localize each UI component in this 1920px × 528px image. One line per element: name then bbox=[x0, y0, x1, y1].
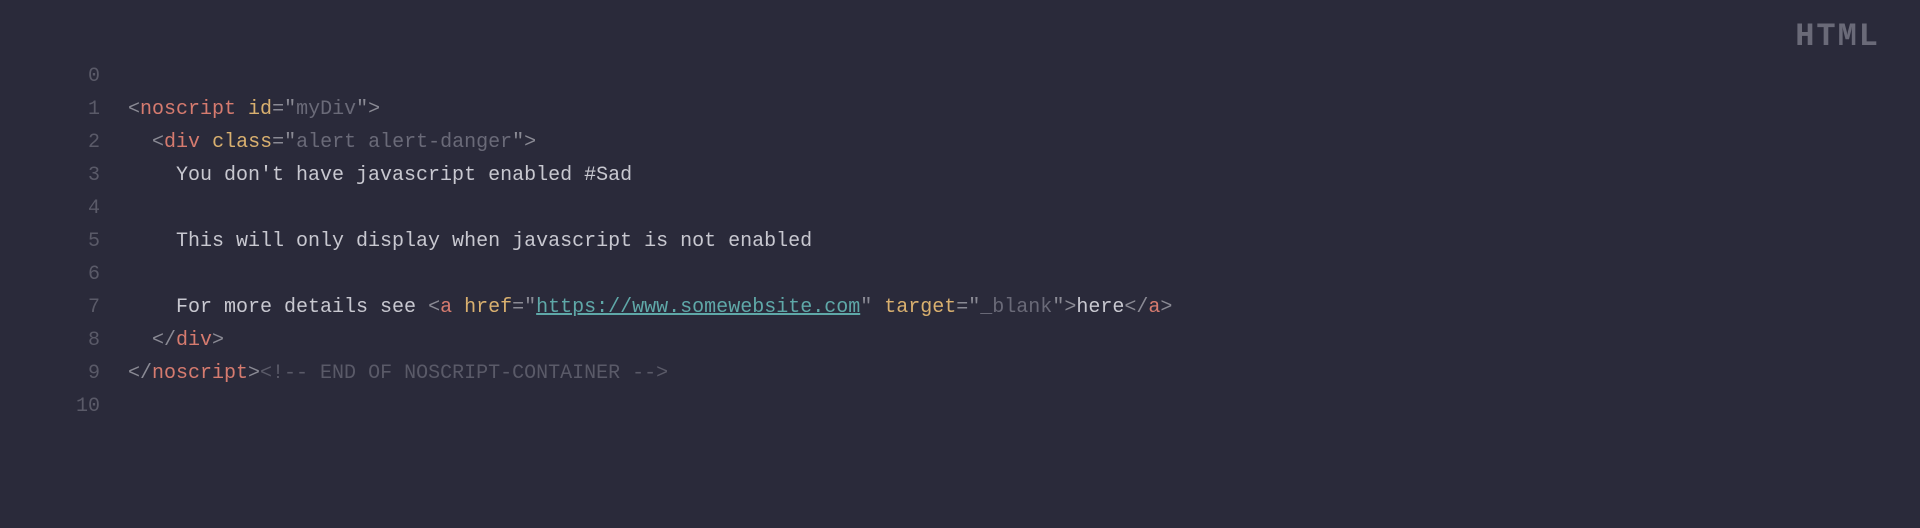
language-badge: HTML bbox=[1795, 18, 1880, 55]
code-line: 9 </noscript><!-- END OF NOSCRIPT-CONTAI… bbox=[60, 357, 1900, 390]
space bbox=[872, 296, 884, 319]
line-content: <noscript id="myDiv"> bbox=[128, 93, 380, 126]
attr-name: target bbox=[884, 296, 956, 319]
quote: " bbox=[512, 131, 524, 154]
quote: " bbox=[356, 98, 368, 121]
angle-open: </ bbox=[1124, 296, 1148, 319]
attr-value: _blank bbox=[980, 296, 1052, 319]
code-line: 10 bbox=[60, 390, 1900, 423]
attr-name: class bbox=[212, 131, 272, 154]
tag-name: a bbox=[440, 296, 452, 319]
text-content: This will only display when javascript i… bbox=[176, 230, 812, 253]
line-number: 0 bbox=[60, 60, 100, 93]
line-content: </noscript><!-- END OF NOSCRIPT-CONTAINE… bbox=[128, 357, 668, 390]
code-line: 0 bbox=[60, 60, 1900, 93]
angle-close: > bbox=[524, 131, 536, 154]
code-line: 7 For more details see <a href="https://… bbox=[60, 291, 1900, 324]
quote: " bbox=[1052, 296, 1064, 319]
attr-value: myDiv bbox=[296, 98, 356, 121]
code-line: 6 bbox=[60, 258, 1900, 291]
code-line: 5 This will only display when javascript… bbox=[60, 225, 1900, 258]
equals: = bbox=[272, 131, 284, 154]
equals: = bbox=[512, 296, 524, 319]
line-content: This will only display when javascript i… bbox=[128, 225, 812, 258]
line-number: 3 bbox=[60, 159, 100, 192]
equals: = bbox=[956, 296, 968, 319]
indent bbox=[128, 329, 152, 352]
line-content: You don't have javascript enabled #Sad bbox=[128, 159, 632, 192]
angle-close: > bbox=[1160, 296, 1172, 319]
angle-close: > bbox=[248, 362, 260, 385]
tag-name: noscript bbox=[140, 98, 236, 121]
space bbox=[452, 296, 464, 319]
line-number: 4 bbox=[60, 192, 100, 225]
tag-name: noscript bbox=[152, 362, 248, 385]
line-content: </div> bbox=[128, 324, 224, 357]
text-content: here bbox=[1076, 296, 1124, 319]
attr-name: id bbox=[248, 98, 272, 121]
line-number: 1 bbox=[60, 93, 100, 126]
line-content: <div class="alert alert-danger"> bbox=[128, 126, 536, 159]
tag-name: a bbox=[1148, 296, 1160, 319]
line-number: 5 bbox=[60, 225, 100, 258]
angle-open: < bbox=[128, 98, 140, 121]
angle-open: </ bbox=[152, 329, 176, 352]
code-line: 3 You don't have javascript enabled #Sad bbox=[60, 159, 1900, 192]
indent bbox=[128, 230, 176, 253]
line-number: 9 bbox=[60, 357, 100, 390]
code-line: 4 bbox=[60, 192, 1900, 225]
attr-value: alert alert-danger bbox=[296, 131, 512, 154]
line-number: 7 bbox=[60, 291, 100, 324]
quote: " bbox=[284, 131, 296, 154]
code-editor[interactable]: 0 1 <noscript id="myDiv"> 2 <div class="… bbox=[20, 10, 1900, 423]
angle-open: < bbox=[428, 296, 440, 319]
indent bbox=[128, 164, 176, 187]
line-number: 2 bbox=[60, 126, 100, 159]
quote: " bbox=[284, 98, 296, 121]
tag-name: div bbox=[176, 329, 212, 352]
line-number: 6 bbox=[60, 258, 100, 291]
tag-name: div bbox=[164, 131, 200, 154]
indent bbox=[128, 131, 152, 154]
angle-close: > bbox=[212, 329, 224, 352]
text-content: For more details see bbox=[176, 296, 428, 319]
line-number: 8 bbox=[60, 324, 100, 357]
angle-close: > bbox=[368, 98, 380, 121]
text-content: You don't have javascript enabled #Sad bbox=[176, 164, 632, 187]
quote: " bbox=[860, 296, 872, 319]
quote: " bbox=[524, 296, 536, 319]
quote: " bbox=[968, 296, 980, 319]
equals: = bbox=[272, 98, 284, 121]
code-line: 2 <div class="alert alert-danger"> bbox=[60, 126, 1900, 159]
line-content: For more details see <a href="https://ww… bbox=[128, 291, 1172, 324]
indent bbox=[128, 296, 176, 319]
comment: <!-- END OF NOSCRIPT-CONTAINER --> bbox=[260, 362, 668, 385]
angle-close: > bbox=[1064, 296, 1076, 319]
attr-name: href bbox=[464, 296, 512, 319]
angle-open: < bbox=[152, 131, 164, 154]
url-value: https://www.somewebsite.com bbox=[536, 296, 860, 319]
code-line: 1 <noscript id="myDiv"> bbox=[60, 93, 1900, 126]
angle-open: </ bbox=[128, 362, 152, 385]
space bbox=[200, 131, 212, 154]
line-number: 10 bbox=[60, 390, 100, 423]
space bbox=[236, 98, 248, 121]
code-line: 8 </div> bbox=[60, 324, 1900, 357]
